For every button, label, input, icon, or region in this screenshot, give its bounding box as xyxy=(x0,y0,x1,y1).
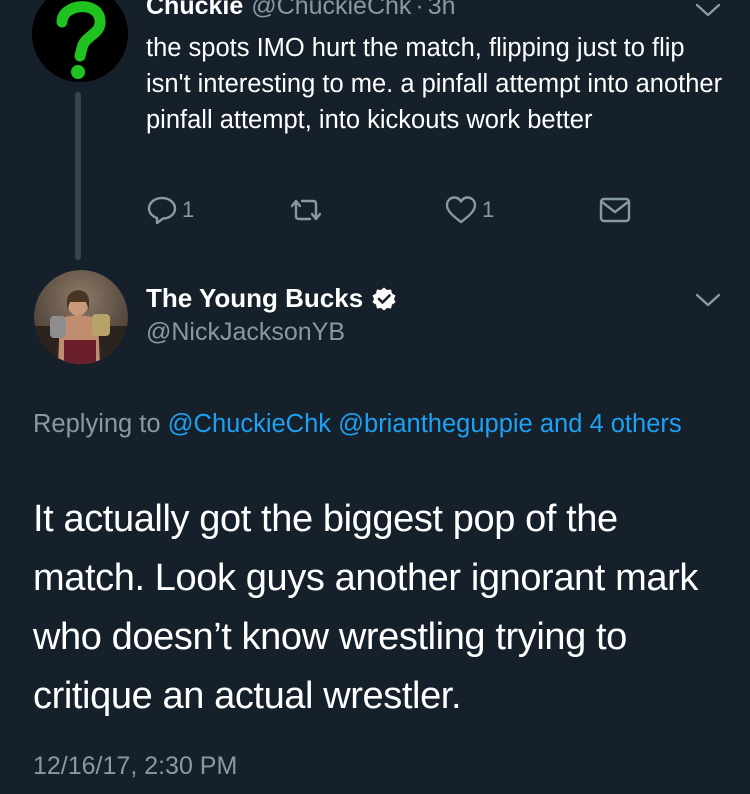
reply-icon xyxy=(147,196,177,225)
avatar[interactable] xyxy=(34,270,128,364)
envelope-icon xyxy=(599,197,631,223)
parent-tweet-text: the spots IMO hurt the match, flipping j… xyxy=(146,34,723,134)
mention-link[interactable]: @ChuckieChk xyxy=(168,410,331,438)
green-question-mark-icon xyxy=(32,0,128,82)
verified-badge-icon xyxy=(372,287,396,310)
avatar[interactable] xyxy=(32,0,128,82)
mention-link[interactable]: @briantheguppie xyxy=(338,410,533,438)
tweet-timestamp[interactable]: 12/16/17, 2:30 PM xyxy=(33,752,237,781)
author-name[interactable]: The Young Bucks xyxy=(146,283,363,314)
retweet-icon xyxy=(290,199,322,221)
reply-count: 1 xyxy=(182,197,195,222)
retweet-button[interactable] xyxy=(286,192,326,228)
parent-tweet-header: Chuckie @ChuckieChk · 3h xyxy=(146,0,456,26)
heart-icon xyxy=(445,196,477,224)
others-link[interactable]: and 4 others xyxy=(540,410,682,438)
chevron-down-icon[interactable] xyxy=(694,290,722,310)
direct-message-button[interactable] xyxy=(598,192,632,228)
wrestler-photo-avatar-icon xyxy=(34,270,128,364)
chevron-down-icon[interactable] xyxy=(694,0,722,20)
replying-prefix: Replying to xyxy=(33,410,161,438)
main-tweet-name-row: The Young Bucks xyxy=(146,283,397,314)
tweet-thread: Chuckie @ChuckieChk · 3h the spots IMO h… xyxy=(0,0,750,794)
replying-to-line: Replying to @ChuckieChk @briantheguppie … xyxy=(33,404,723,444)
separator-dot: · xyxy=(415,0,424,20)
reply-button[interactable]: 1 xyxy=(146,192,194,228)
tweet-actions: 1 1 xyxy=(146,192,646,228)
main-tweet-text: It actually got the biggest pop of the m… xyxy=(33,498,698,717)
tweet-time[interactable]: 3h xyxy=(428,0,456,21)
author-handle[interactable]: @ChuckieChk xyxy=(251,0,411,21)
author-handle[interactable]: @NickJacksonYB xyxy=(146,318,345,347)
thread-connector-line xyxy=(75,92,81,260)
like-count: 1 xyxy=(482,197,495,222)
author-name[interactable]: Chuckie xyxy=(146,0,243,21)
like-button[interactable]: 1 xyxy=(444,192,494,228)
